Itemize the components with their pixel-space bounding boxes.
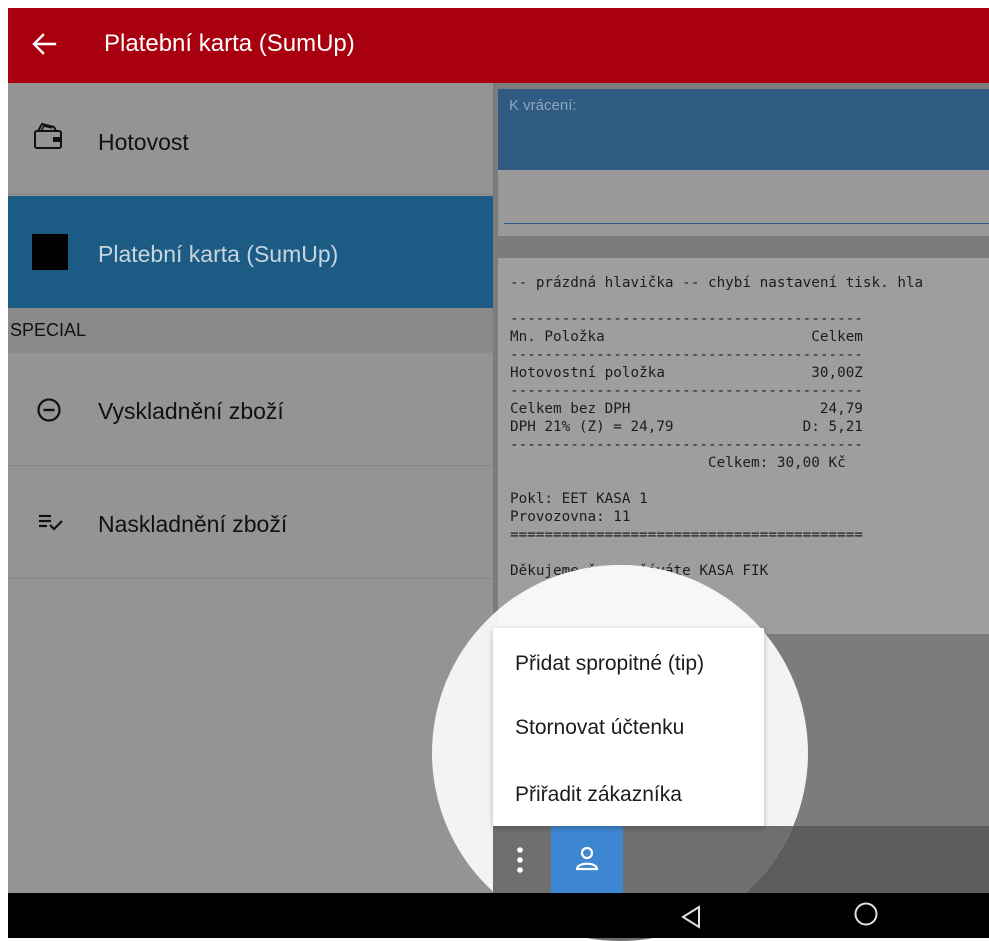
receipt-highlight [498,565,808,634]
playlist-check-icon [39,514,63,531]
menu-item-add-tip[interactable]: Přidat spropitné (tip) [515,652,704,676]
sidebar-item-label: Vyskladnění zboží [98,398,284,424]
overflow-menu: Přidat spropitné (tip) Stornovat účtenku… [493,628,764,826]
section-header: SPECIAL [8,308,493,353]
divider [8,578,493,579]
system-nav-bar [8,893,989,938]
nav-back-icon[interactable] [680,904,702,930]
sidebar-item-cash[interactable]: Hotovost [8,83,493,195]
customer-button[interactable] [551,826,623,896]
receipt-text: -- prázdná hlavička -- chybí nastavení t… [510,275,924,579]
card-icon [32,234,68,270]
sidebar-item-label: Naskladnění zboží [98,511,288,537]
return-amount-label: K vrácení: [509,97,577,114]
sidebar-item-stock-out[interactable]: Vyskladnění zboží [8,353,493,466]
sidebar-item-card[interactable]: Platební karta (SumUp) [8,196,493,308]
app-bar: Platební karta (SumUp) [8,8,989,83]
sidebar-item-label: Platební karta (SumUp) [98,241,339,267]
page-title: Platební karta (SumUp) [104,30,355,57]
back-arrow-icon[interactable] [30,30,58,58]
return-amount-underline [504,223,989,224]
divider [8,194,493,195]
person-icon [575,846,599,871]
minus-circle-icon [37,398,61,422]
section-header-label: SPECIAL [10,320,87,340]
nav-home-icon[interactable] [852,900,880,928]
sidebar-item-label: Hotovost [98,129,189,155]
menu-item-assign-customer[interactable]: Přiřadit zákazníka [515,783,682,807]
menu-item-cancel-receipt[interactable]: Stornovat účtenku [515,716,684,740]
more-vert-icon[interactable] [505,840,535,880]
wallet-icon [34,122,62,149]
sidebar-item-stock-in[interactable]: Naskladnění zboží [8,466,493,579]
payment-method-list: Hotovost Platební karta (SumUp) SPECIAL … [8,83,493,893]
